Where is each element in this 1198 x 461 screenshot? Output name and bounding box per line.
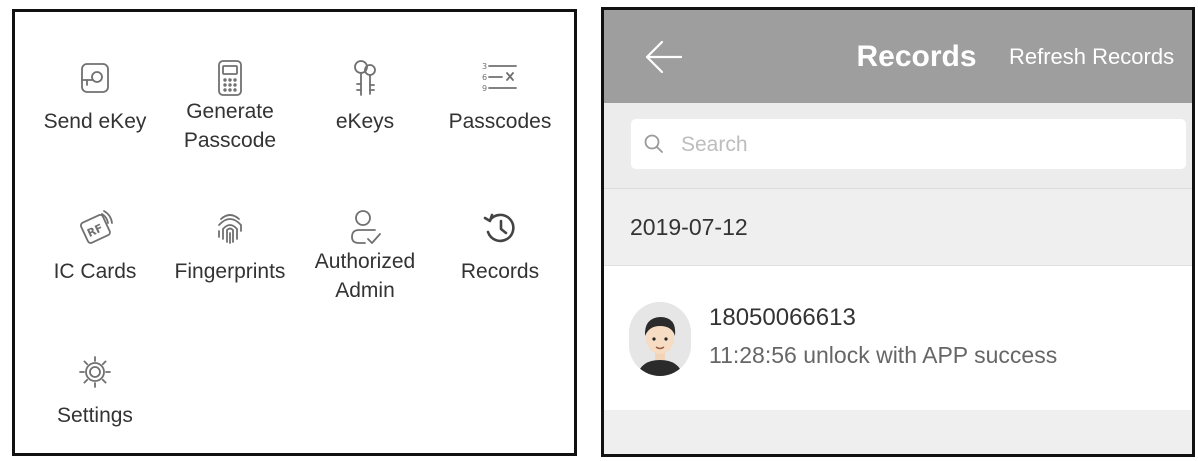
record-detail: 11:28:56 unlock with APP success — [709, 342, 1058, 368]
menu-item-send-ekey[interactable]: Send eKey — [30, 55, 160, 136]
date-section-header: 2019-07-12 — [604, 188, 1192, 265]
menu-item-label: Fingerprints — [174, 260, 286, 283]
menu-item-ekeys[interactable]: eKeys — [300, 55, 430, 136]
page-title: Records — [856, 40, 977, 73]
keypad-icon — [210, 55, 250, 101]
search-bar-area — [604, 103, 1192, 188]
search-icon — [643, 133, 665, 155]
list-footer-area — [604, 410, 1192, 454]
keys-icon — [345, 55, 385, 101]
menu-item-label: IC Cards — [53, 260, 137, 283]
menu-item-label: Settings — [57, 404, 133, 427]
menu-item-settings[interactable]: Settings — [30, 349, 160, 430]
refresh-records-button[interactable]: Refresh Records — [1009, 10, 1174, 103]
menu-item-authorized-admin[interactable]: Authorized Admin — [300, 205, 430, 305]
menu-item-ic-cards[interactable]: RF IC Cards — [30, 205, 160, 286]
menu-item-generate-passcode[interactable]: Generate Passcode — [165, 55, 295, 155]
fingerprint-icon — [210, 205, 250, 251]
send-ekey-icon — [75, 55, 115, 101]
admin-user-icon — [345, 205, 385, 251]
date-label: 2019-07-12 — [630, 214, 748, 240]
menu-item-label: Generate Passcode — [183, 100, 277, 152]
menu-item-label: Send eKey — [43, 110, 147, 133]
record-list-item[interactable]: 18050066613 11:28:56 unlock with APP suc… — [604, 265, 1192, 410]
gear-icon — [75, 349, 115, 395]
rf-card-icon: RF — [75, 205, 115, 251]
menu-item-label: eKeys — [335, 110, 395, 133]
svg-text:9: 9 — [482, 84, 487, 93]
lock-menu-panel: Send eKey Generate Passcode eKeys 3 6 9 … — [12, 9, 577, 456]
menu-item-fingerprints[interactable]: Fingerprints — [165, 205, 295, 286]
search-box[interactable] — [631, 119, 1186, 171]
record-user: 18050066613 — [709, 304, 856, 331]
menu-item-passcodes[interactable]: 3 6 9 Passcodes — [435, 55, 565, 136]
menu-item-records[interactable]: Records — [435, 205, 565, 286]
avatar — [629, 302, 691, 376]
history-icon — [480, 205, 520, 251]
records-screen: Records Refresh Records 2019-07-12 — [601, 7, 1195, 457]
header-bar: Records Refresh Records — [604, 10, 1192, 103]
search-input[interactable] — [679, 119, 1173, 171]
passcode-list-icon: 3 6 9 — [480, 55, 520, 101]
menu-item-label: Passcodes — [448, 110, 552, 133]
back-arrow-icon[interactable] — [644, 40, 684, 74]
menu-item-label: Records — [460, 260, 540, 283]
svg-text:6: 6 — [482, 73, 487, 82]
menu-item-label: Authorized Admin — [314, 250, 416, 302]
svg-text:3: 3 — [482, 62, 487, 71]
